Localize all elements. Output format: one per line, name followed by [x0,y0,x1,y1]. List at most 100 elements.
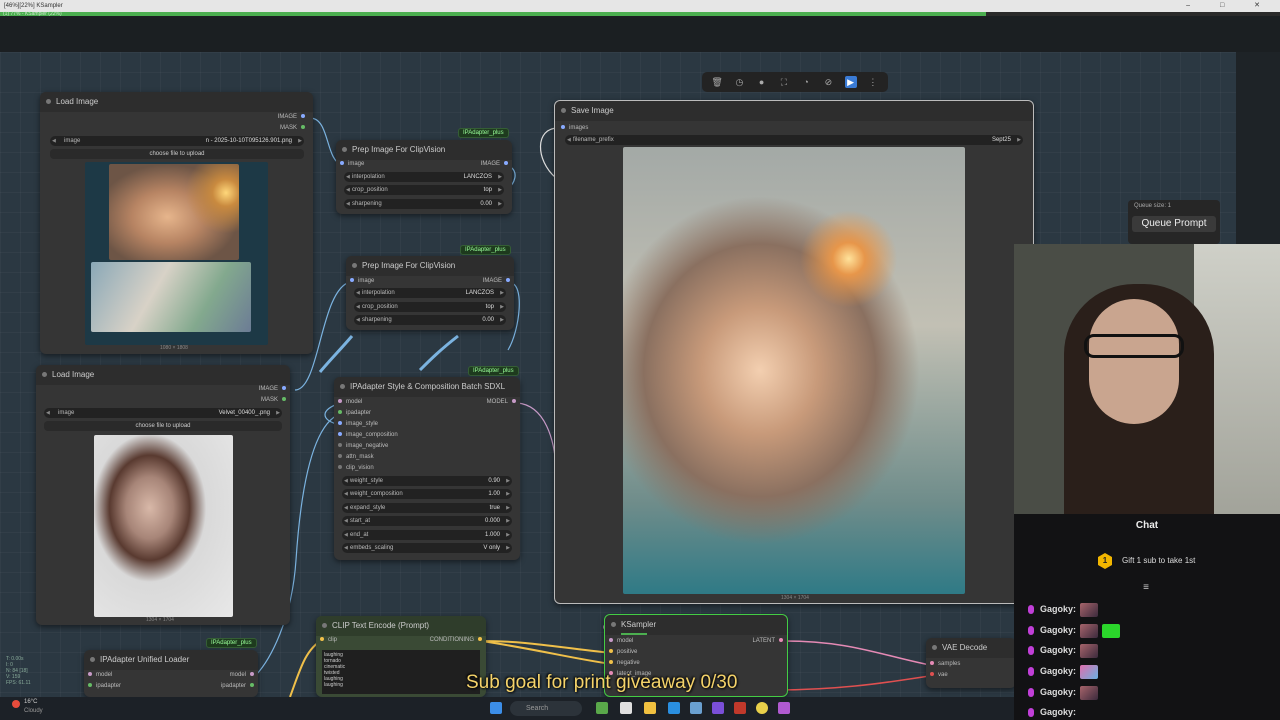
emote-icon [1080,643,1099,658]
crop-position-widget[interactable]: crop_position top [344,185,504,195]
input-image[interactable]: image [340,160,364,169]
play-icon[interactable]: ▶ [844,76,857,88]
port-label: positive [617,649,638,655]
queue-prompt-button[interactable]: Queue Prompt [1132,216,1216,232]
save-image-node[interactable]: Save Image images filename_prefixSept25 … [554,100,1034,604]
image-select[interactable]: image n - 2025-10-10T095126.901.png [50,136,304,146]
input-attn-mask[interactable]: attn_mask [338,453,374,462]
filename-prefix-widget[interactable]: filename_prefix Sept25 [565,135,1023,145]
input-images[interactable]: images [561,124,588,133]
widget-label: weight_style [350,478,384,484]
output-image[interactable]: IMAGE [481,160,508,169]
output-conditioning[interactable]: CONDITIONING [430,636,482,645]
input-positive[interactable]: positive [609,648,637,657]
taskbar-search[interactable]: Search [510,701,582,716]
node-title: IPAdapter Unified Loader [84,650,258,670]
chat-message: Gagoky: [1028,704,1076,720]
folder-icon[interactable] [644,702,656,714]
chat-username[interactable]: Gagoky: [1040,687,1076,697]
start-at-widget[interactable]: start_at 0.000 [342,516,512,526]
input-ipadapter[interactable]: ipadapter [88,682,121,691]
output-model[interactable]: MODEL [487,398,516,407]
sharpening-widget[interactable]: sharpening 0.00 [344,199,504,209]
ipadapter-unified-loader-node[interactable]: IPAdapter Unified Loader model ipadapter… [84,650,258,697]
node-badge: IPAdapter_plus [460,245,511,255]
weight-style-widget[interactable]: weight_style 0.90 [342,476,512,486]
prompt-textarea[interactable]: laughing tornado cinematic twisted laugh… [322,650,480,694]
load-image-node-1[interactable]: Load Image IMAGE MASK image n - 2025-10-1… [40,92,313,354]
port-label: MASK [260,397,278,403]
chat-message: Gagoky: [1028,622,1121,638]
port-label: MODEL [486,399,508,405]
dot-icon[interactable]: ● [756,76,768,88]
chat-username[interactable]: Gagoky: [1040,625,1076,635]
start-icon[interactable] [490,702,502,714]
input-image-style[interactable]: image_style [338,420,378,429]
input-samples[interactable]: samples [930,660,960,669]
prep-image-node-1[interactable]: Prep Image For ClipVision image IMAGE in… [336,140,512,214]
port-label: IMAGE [482,278,502,284]
output-latent[interactable]: LATENT [752,637,783,646]
input-clip-vision[interactable]: clip_vision [338,464,374,473]
upload-button[interactable]: choose file to upload [44,421,282,431]
store-icon[interactable] [690,702,702,714]
output-image[interactable]: IMAGE [483,277,510,286]
gift-text[interactable]: Gift 1 sub to take 1st [1122,556,1195,565]
prep-image-node-2[interactable]: Prep Image For ClipVision image IMAGE in… [346,256,514,330]
chat-username[interactable]: Gagoky: [1040,645,1076,655]
ipadapter-style-node[interactable]: IPAdapter Style & Composition Batch SDXL… [334,377,520,560]
input-image-composition[interactable]: image_composition [338,431,398,440]
image-select[interactable]: image Velvet_00400_.png [44,408,282,418]
weight-composition-widget[interactable]: weight_composition 1.00 [342,489,512,499]
chat-filter-icon[interactable]: ≡ [1140,582,1152,593]
mask-icon[interactable]: ◔ [800,76,812,88]
clip-text-encode-node[interactable]: CLIP Text Encode (Prompt) clip CONDITION… [316,616,486,697]
weather-label: Cloudy [24,708,43,714]
chat-username[interactable]: Gagoky: [1040,604,1076,614]
chat-username[interactable]: Gagoky: [1040,707,1076,717]
input-model[interactable]: model [338,398,362,407]
clock-icon[interactable]: ◷ [733,76,745,88]
edge-icon[interactable] [668,702,680,714]
output-image[interactable]: IMAGE [259,385,286,394]
end-at-widget[interactable]: end_at 1.000 [342,530,512,540]
terminal-icon[interactable] [620,702,632,714]
port-label: MASK [279,125,297,131]
app-icon[interactable] [778,702,790,714]
interpolation-widget[interactable]: interpolation LANCZOS [354,288,506,298]
app-icon[interactable] [734,702,746,714]
input-model[interactable]: model [609,637,633,646]
upload-button[interactable]: choose file to upload [50,149,304,159]
input-model[interactable]: model [88,671,112,680]
output-ipadapter[interactable]: ipadapter [221,682,254,691]
widget-value: Velvet_00400_.png [218,410,270,416]
output-mask[interactable]: MASK [261,396,286,405]
chat-title: Chat [1135,520,1159,531]
ksampler-progress [621,633,647,635]
sharpening-widget[interactable]: sharpening 0.00 [354,315,506,325]
interpolation-widget[interactable]: interpolation LANCZOS [344,172,504,182]
expand-style-toggle[interactable]: expand_style true [342,503,512,513]
input-image[interactable]: image [350,277,374,286]
output-image[interactable]: IMAGE [278,113,305,122]
webcam-overlay [1014,244,1280,514]
chat-username[interactable]: Gagoky: [1040,666,1076,676]
output-mask[interactable]: MASK [280,124,305,133]
input-clip[interactable]: clip [320,636,337,645]
vae-decode-node[interactable]: VAE Decode samples vae [926,638,1016,688]
output-model[interactable]: model [230,671,254,680]
input-image-negative[interactable]: image_negative [338,442,388,451]
input-ipadapter[interactable]: ipadapter [338,409,371,418]
more-icon[interactable]: ⋮ [867,76,879,88]
hide-icon[interactable]: ⊘ [822,76,834,88]
crop-position-widget[interactable]: crop_position top [354,302,506,312]
app-icon[interactable] [712,702,724,714]
trash-icon[interactable]: 🗑 [711,76,723,88]
fit-icon[interactable]: ⛶ [778,76,790,88]
input-negative[interactable]: negative [609,659,640,668]
input-vae[interactable]: vae [930,671,948,680]
embeds-scaling-widget[interactable]: embeds_scaling V only [342,543,512,553]
chrome-icon[interactable] [756,702,768,714]
load-image-node-2[interactable]: Load Image IMAGE MASK image Velvet_00400_… [36,365,290,625]
app-icon[interactable] [596,702,608,714]
